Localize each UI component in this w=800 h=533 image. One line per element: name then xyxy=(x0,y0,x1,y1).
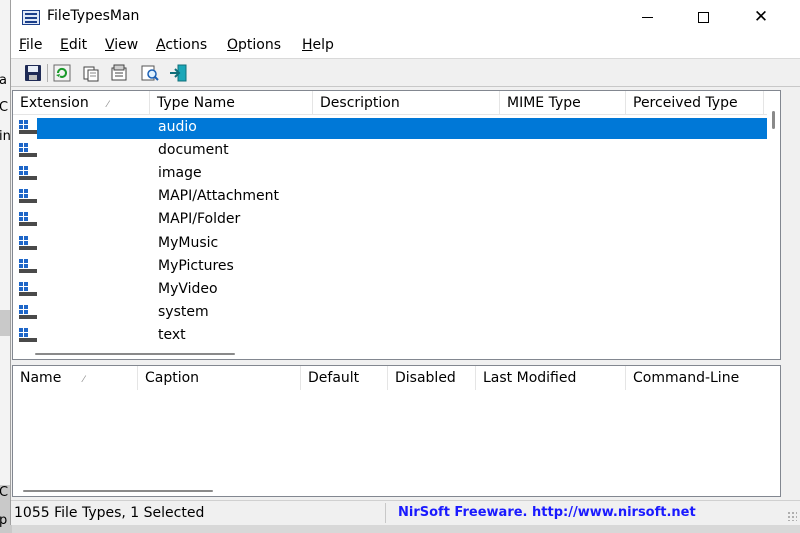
table-row[interactable]: MyMusic xyxy=(13,232,769,255)
sort-indicator-icon: ⁄ xyxy=(83,375,85,385)
file-type-icon xyxy=(19,236,37,250)
background-text: C xyxy=(0,485,9,500)
save-button[interactable] xyxy=(23,63,43,83)
column-header-description[interactable]: Description xyxy=(313,91,500,115)
menu-options[interactable]: Options xyxy=(227,37,281,53)
maximize-button[interactable] xyxy=(675,0,731,34)
copy-button[interactable] xyxy=(81,63,101,83)
app-icon xyxy=(22,10,40,25)
sort-indicator-icon: ⁄ xyxy=(107,100,109,110)
background-text: a xyxy=(0,73,7,88)
table-row[interactable]: audio xyxy=(13,116,769,139)
table-row[interactable]: text xyxy=(13,324,769,347)
menu-file[interactable]: File xyxy=(19,37,42,53)
file-type-icon xyxy=(19,328,37,342)
actions-list[interactable]: Name ⁄ Caption Default Disabled Last Modi… xyxy=(12,365,781,497)
selection-highlight xyxy=(37,118,769,139)
row-type-name: audio xyxy=(158,119,197,135)
file-type-icon xyxy=(19,143,37,157)
file-type-icon xyxy=(19,120,37,134)
close-button[interactable]: ✕ xyxy=(733,0,789,34)
column-header-last-modified[interactable]: Last Modified xyxy=(476,366,626,390)
file-type-icon xyxy=(19,259,37,273)
column-header-caption[interactable]: Caption xyxy=(138,366,301,390)
title-bar[interactable]: FileTypesMan ✕ xyxy=(11,0,800,34)
column-header-default[interactable]: Default xyxy=(301,366,388,390)
row-type-name: MyVideo xyxy=(158,281,218,297)
properties-button[interactable] xyxy=(109,63,129,83)
actions-header: Name ⁄ Caption Default Disabled Last Modi… xyxy=(13,366,780,390)
resize-grip-icon[interactable] xyxy=(787,511,797,521)
toolbar-separator xyxy=(47,64,48,82)
close-icon: ✕ xyxy=(753,6,769,27)
find-button[interactable] xyxy=(140,63,160,83)
table-row[interactable]: MAPI/Folder xyxy=(13,208,769,231)
menu-edit[interactable]: Edit xyxy=(60,37,87,53)
column-header-disabled[interactable]: Disabled xyxy=(388,366,476,390)
minimize-button[interactable] xyxy=(619,0,675,34)
toolbar xyxy=(11,58,800,87)
table-row[interactable]: MAPI/Attachment xyxy=(13,185,769,208)
horizontal-scrollbar[interactable] xyxy=(13,346,769,359)
file-types-list[interactable]: Extension ⁄ Type Name Description MIME Ty… xyxy=(12,90,781,360)
table-row[interactable]: MyVideo xyxy=(13,278,769,301)
file-type-icon xyxy=(19,189,37,203)
refresh-icon xyxy=(53,64,71,82)
file-type-icon xyxy=(19,212,37,226)
row-type-name: document xyxy=(158,142,229,158)
exit-icon xyxy=(170,64,187,82)
scrollbar-thumb[interactable] xyxy=(23,490,213,492)
file-type-icon xyxy=(19,305,37,319)
file-type-icon xyxy=(19,166,37,180)
find-icon xyxy=(141,65,159,81)
menu-view[interactable]: View xyxy=(105,37,138,53)
background-text: C xyxy=(0,100,9,115)
table-row[interactable]: system xyxy=(13,301,769,324)
column-header-extension[interactable]: Extension ⁄ xyxy=(13,91,150,115)
save-icon xyxy=(25,65,41,81)
column-header-mime-type[interactable]: MIME Type xyxy=(500,91,626,115)
window-title: FileTypesMan xyxy=(47,8,140,24)
row-type-name: MyPictures xyxy=(158,258,234,274)
row-type-name: text xyxy=(158,327,186,343)
minimize-icon xyxy=(641,16,653,18)
refresh-button[interactable] xyxy=(52,63,72,83)
filetypesman-window: FileTypesMan ✕ File Edit View Actions Op… xyxy=(10,0,800,525)
file-type-icon xyxy=(19,282,37,296)
file-types-header: Extension ⁄ Type Name Description MIME Ty… xyxy=(13,91,780,115)
row-type-name: MyMusic xyxy=(158,235,219,251)
column-header-type-name[interactable]: Type Name xyxy=(150,91,313,115)
vertical-scrollbar[interactable] xyxy=(767,91,780,359)
maximize-icon xyxy=(697,11,709,23)
background-text: p xyxy=(0,513,8,528)
properties-icon xyxy=(111,64,127,81)
exit-button[interactable] xyxy=(168,63,188,83)
table-row[interactable]: document xyxy=(13,139,769,162)
row-type-name: system xyxy=(158,304,209,320)
status-bar: 1055 File Types, 1 Selected NirSoft Free… xyxy=(11,500,800,525)
table-row[interactable]: MyPictures xyxy=(13,255,769,278)
table-row[interactable]: image xyxy=(13,162,769,185)
scrollbar-thumb[interactable] xyxy=(772,111,775,129)
horizontal-scrollbar[interactable] xyxy=(13,483,780,496)
menu-bar: File Edit View Actions Options Help xyxy=(11,34,800,58)
nirsoft-link[interactable]: NirSoft Freeware. http://www.nirsoft.net xyxy=(385,503,765,523)
column-header-perceived-type[interactable]: Perceived Type xyxy=(626,91,764,115)
copy-icon xyxy=(83,66,99,82)
menu-help[interactable]: Help xyxy=(302,37,334,53)
column-header-name[interactable]: Name ⁄ xyxy=(13,366,138,390)
row-type-name: image xyxy=(158,165,202,181)
row-type-name: MAPI/Attachment xyxy=(158,188,280,204)
status-count: 1055 File Types, 1 Selected xyxy=(14,505,205,521)
row-type-name: MAPI/Folder xyxy=(158,211,241,227)
menu-actions[interactable]: Actions xyxy=(156,37,207,53)
scrollbar-thumb[interactable] xyxy=(35,353,235,355)
column-header-command-line[interactable]: Command-Line xyxy=(626,366,780,390)
